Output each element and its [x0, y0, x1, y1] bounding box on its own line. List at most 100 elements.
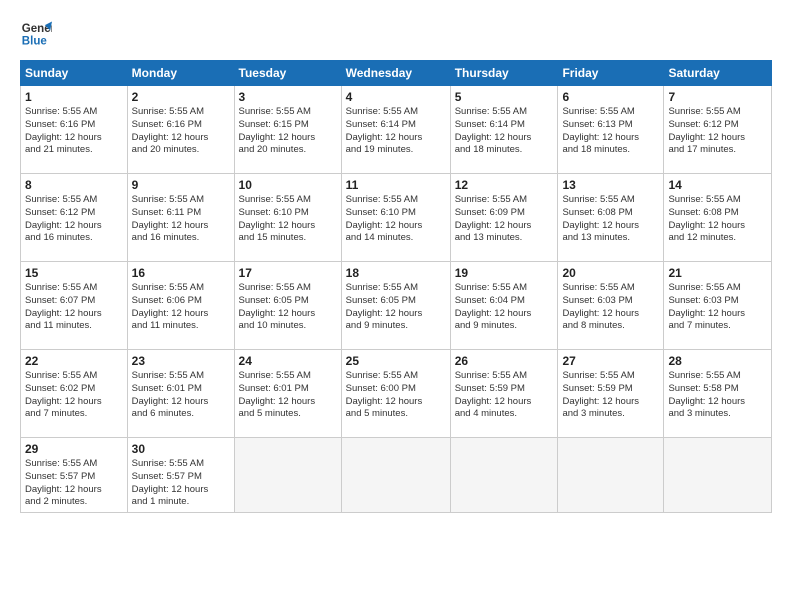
calendar-cell: 28 Sunrise: 5:55 AM Sunset: 5:58 PM Dayli…: [664, 350, 772, 438]
calendar-cell: 12 Sunrise: 5:55 AM Sunset: 6:09 PM Dayli…: [450, 174, 558, 262]
calendar-cell: 19 Sunrise: 5:55 AM Sunset: 6:04 PM Dayli…: [450, 262, 558, 350]
calendar-cell: 8 Sunrise: 5:55 AM Sunset: 6:12 PM Daylig…: [21, 174, 128, 262]
day-info: Sunrise: 5:55 AM Sunset: 5:57 PM Dayligh…: [25, 458, 123, 509]
calendar-cell: 7 Sunrise: 5:55 AM Sunset: 6:12 PM Daylig…: [664, 86, 772, 174]
day-number: 14: [668, 178, 767, 192]
day-number: 6: [562, 90, 659, 104]
calendar-cell: [664, 438, 772, 513]
calendar-cell: 17Sunrise: 5:55 AM Sunset: 6:05 PM Dayli…: [234, 262, 341, 350]
calendar-cell: 11 Sunrise: 5:55 AM Sunset: 6:10 PM Dayli…: [341, 174, 450, 262]
day-number: 25: [346, 354, 446, 368]
col-header-sunday: Sunday: [21, 61, 128, 86]
col-header-friday: Friday: [558, 61, 664, 86]
day-info: Sunrise: 5:55 AM Sunset: 6:10 PM Dayligh…: [239, 194, 337, 245]
day-info: Sunrise: 5:55 AM Sunset: 6:15 PM Dayligh…: [239, 106, 337, 157]
day-info: Sunrise: 5:55 AM Sunset: 6:00 PM Dayligh…: [346, 370, 446, 421]
day-number: 22: [25, 354, 123, 368]
col-header-wednesday: Wednesday: [341, 61, 450, 86]
day-info: Sunrise: 5:55 AM Sunset: 5:59 PM Dayligh…: [455, 370, 554, 421]
day-number: 12: [455, 178, 554, 192]
day-info: Sunrise: 5:55 AM Sunset: 6:03 PM Dayligh…: [668, 282, 767, 333]
calendar-cell: [234, 438, 341, 513]
day-number: 29: [25, 442, 123, 456]
calendar-cell: 14 Sunrise: 5:55 AM Sunset: 6:08 PM Dayli…: [664, 174, 772, 262]
col-header-tuesday: Tuesday: [234, 61, 341, 86]
day-number: 18: [346, 266, 446, 280]
day-number: 26: [455, 354, 554, 368]
calendar-cell: 9 Sunrise: 5:55 AM Sunset: 6:11 PM Daylig…: [127, 174, 234, 262]
day-number: 17: [239, 266, 337, 280]
day-number: 5: [455, 90, 554, 104]
day-number: 21: [668, 266, 767, 280]
calendar-cell: 4 Sunrise: 5:55 AM Sunset: 6:14 PM Daylig…: [341, 86, 450, 174]
day-number: 9: [132, 178, 230, 192]
day-number: 10: [239, 178, 337, 192]
svg-text:Blue: Blue: [22, 36, 48, 48]
calendar-cell: 15 Sunrise: 5:55 AM Sunset: 6:07 PM Dayli…: [21, 262, 128, 350]
calendar-cell: 21 Sunrise: 5:55 AM Sunset: 6:03 PM Dayli…: [664, 262, 772, 350]
day-number: 16: [132, 266, 230, 280]
logo: General Blue: [20, 18, 52, 50]
calendar-cell: 20 Sunrise: 5:55 AM Sunset: 6:03 PM Dayli…: [558, 262, 664, 350]
col-header-monday: Monday: [127, 61, 234, 86]
day-info: Sunrise: 5:55 AM Sunset: 6:01 PM Dayligh…: [132, 370, 230, 421]
day-number: 28: [668, 354, 767, 368]
day-info: Sunrise: 5:55 AM Sunset: 6:06 PM Dayligh…: [132, 282, 230, 333]
calendar-cell: 29 Sunrise: 5:55 AM Sunset: 5:57 PM Dayli…: [21, 438, 128, 513]
day-info: Sunrise: 5:55 AM Sunset: 6:02 PM Dayligh…: [25, 370, 123, 421]
calendar-cell: 1 Sunrise: 5:55 AM Sunset: 6:16 PM Daylig…: [21, 86, 128, 174]
day-info: Sunrise: 5:55 AM Sunset: 6:16 PM Dayligh…: [132, 106, 230, 157]
day-number: 1: [25, 90, 123, 104]
day-info: Sunrise: 5:55 AM Sunset: 5:58 PM Dayligh…: [668, 370, 767, 421]
day-info: Sunrise: 5:55 AM Sunset: 6:11 PM Dayligh…: [132, 194, 230, 245]
day-info: Sunrise: 5:55 AM Sunset: 6:08 PM Dayligh…: [668, 194, 767, 245]
calendar-cell: 3 Sunrise: 5:55 AM Sunset: 6:15 PM Daylig…: [234, 86, 341, 174]
day-info: Sunrise: 5:55 AM Sunset: 6:05 PM Dayligh…: [346, 282, 446, 333]
day-number: 30: [132, 442, 230, 456]
day-info: Sunrise: 5:55 AM Sunset: 6:09 PM Dayligh…: [455, 194, 554, 245]
day-number: 8: [25, 178, 123, 192]
calendar-cell: 13 Sunrise: 5:55 AM Sunset: 6:08 PM Dayli…: [558, 174, 664, 262]
day-info: Sunrise: 5:55 AM Sunset: 5:59 PM Dayligh…: [562, 370, 659, 421]
day-info: Sunrise: 5:55 AM Sunset: 6:10 PM Dayligh…: [346, 194, 446, 245]
day-info: Sunrise: 5:55 AM Sunset: 6:01 PM Dayligh…: [239, 370, 337, 421]
calendar-cell: 24 Sunrise: 5:55 AM Sunset: 6:01 PM Dayli…: [234, 350, 341, 438]
calendar-cell: 23 Sunrise: 5:55 AM Sunset: 6:01 PM Dayli…: [127, 350, 234, 438]
day-info: Sunrise: 5:55 AM Sunset: 6:16 PM Dayligh…: [25, 106, 123, 157]
day-info: Sunrise: 5:55 AM Sunset: 6:13 PM Dayligh…: [562, 106, 659, 157]
day-info: Sunrise: 5:55 AM Sunset: 6:08 PM Dayligh…: [562, 194, 659, 245]
day-number: 23: [132, 354, 230, 368]
day-info: Sunrise: 5:55 AM Sunset: 6:03 PM Dayligh…: [562, 282, 659, 333]
day-number: 24: [239, 354, 337, 368]
day-info: Sunrise: 5:55 AM Sunset: 6:14 PM Dayligh…: [455, 106, 554, 157]
day-info: Sunrise: 5:55 AM Sunset: 5:57 PM Dayligh…: [132, 458, 230, 509]
day-number: 4: [346, 90, 446, 104]
calendar-cell: 30 Sunrise: 5:55 AM Sunset: 5:57 PM Dayli…: [127, 438, 234, 513]
day-number: 15: [25, 266, 123, 280]
day-info: Sunrise: 5:55 AM Sunset: 6:04 PM Dayligh…: [455, 282, 554, 333]
day-number: 27: [562, 354, 659, 368]
calendar-cell: [558, 438, 664, 513]
calendar-cell: [341, 438, 450, 513]
day-number: 3: [239, 90, 337, 104]
calendar-cell: 6 Sunrise: 5:55 AM Sunset: 6:13 PM Daylig…: [558, 86, 664, 174]
day-number: 2: [132, 90, 230, 104]
day-number: 11: [346, 178, 446, 192]
day-info: Sunrise: 5:55 AM Sunset: 6:12 PM Dayligh…: [25, 194, 123, 245]
day-number: 19: [455, 266, 554, 280]
calendar-table: SundayMondayTuesdayWednesdayThursdayFrid…: [20, 60, 772, 513]
col-header-saturday: Saturday: [664, 61, 772, 86]
calendar-cell: 10 Sunrise: 5:55 AM Sunset: 6:10 PM Dayli…: [234, 174, 341, 262]
day-info: Sunrise: 5:55 AM Sunset: 6:12 PM Dayligh…: [668, 106, 767, 157]
calendar-cell: 22 Sunrise: 5:55 AM Sunset: 6:02 PM Dayli…: [21, 350, 128, 438]
day-info: Sunrise: 5:55 AM Sunset: 6:07 PM Dayligh…: [25, 282, 123, 333]
day-info: Sunrise: 5:55 AM Sunset: 6:14 PM Dayligh…: [346, 106, 446, 157]
day-number: 20: [562, 266, 659, 280]
day-number: 7: [668, 90, 767, 104]
calendar-cell: 18 Sunrise: 5:55 AM Sunset: 6:05 PM Dayli…: [341, 262, 450, 350]
day-number: 13: [562, 178, 659, 192]
calendar-cell: 26 Sunrise: 5:55 AM Sunset: 5:59 PM Dayli…: [450, 350, 558, 438]
logo-icon: General Blue: [20, 18, 52, 50]
calendar-cell: 2 Sunrise: 5:55 AM Sunset: 6:16 PM Daylig…: [127, 86, 234, 174]
calendar-cell: 5 Sunrise: 5:55 AM Sunset: 6:14 PM Daylig…: [450, 86, 558, 174]
